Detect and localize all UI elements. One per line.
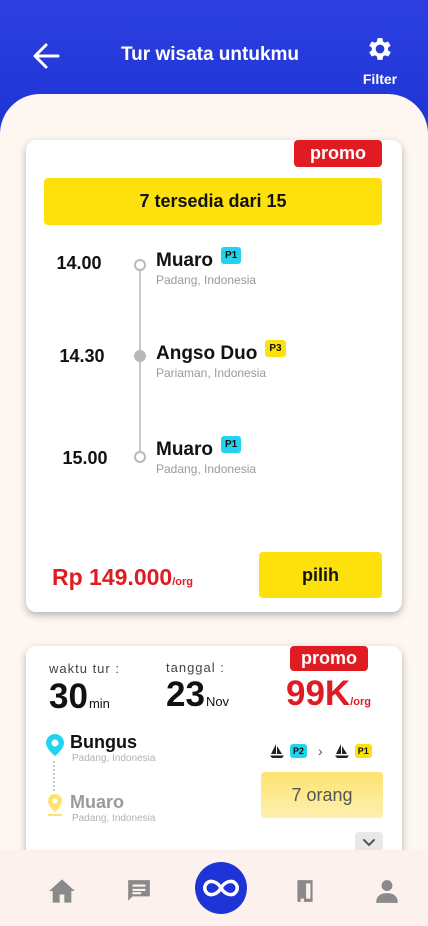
destination-place: Muaro Padang, Indonesia bbox=[70, 792, 155, 824]
ticket-icon bbox=[297, 880, 313, 902]
stop-name: Muaro bbox=[156, 250, 213, 271]
chevron-right-icon: › bbox=[318, 743, 323, 759]
stop-time: 15.00 bbox=[62, 448, 108, 468]
pier-badge: P3 bbox=[265, 339, 286, 357]
availability-banner: 7 tersedia dari 15 bbox=[44, 178, 382, 225]
tour-card-1[interactable]: promo 7 tersedia dari 15 14.00 Muaro P1 P… bbox=[26, 140, 402, 612]
date-value: 23Nov bbox=[166, 675, 229, 715]
destination-location: Padang, Indonesia bbox=[72, 813, 156, 824]
price-value: 99K bbox=[286, 674, 351, 713]
nav-home[interactable] bbox=[47, 876, 77, 906]
infinity-icon bbox=[203, 879, 239, 897]
promo-badge: promo bbox=[294, 140, 382, 167]
stop-location: Padang, Indonesia bbox=[156, 462, 257, 476]
tour-price: Rp 149.000/org bbox=[52, 564, 193, 591]
pier-badge: P2 bbox=[290, 744, 308, 758]
filter-label: Filter bbox=[362, 71, 398, 87]
destination-name: Muaro bbox=[70, 792, 124, 812]
duration-label: waktu tur : bbox=[49, 661, 120, 676]
select-button[interactable]: pilih bbox=[259, 552, 382, 598]
route-connector bbox=[53, 761, 55, 791]
nav-chat[interactable] bbox=[124, 876, 154, 906]
boat-icon bbox=[334, 744, 349, 758]
filter-button[interactable]: Filter bbox=[354, 34, 406, 87]
pier-badge: P1 bbox=[221, 246, 242, 264]
boat-icon bbox=[270, 744, 284, 758]
price-unit: /org bbox=[350, 696, 371, 708]
date-day: 23 bbox=[166, 675, 205, 714]
stop-item: Angso Duo P3 Pariaman, Indonesia bbox=[156, 339, 286, 380]
nav-tours[interactable] bbox=[195, 862, 247, 914]
stop-name: Muaro bbox=[156, 439, 213, 460]
chat-icon bbox=[128, 880, 150, 901]
stop-location: Pariaman, Indonesia bbox=[156, 366, 267, 380]
duration-number: 30 bbox=[49, 677, 88, 716]
stop-item: Muaro P1 Padang, Indonesia bbox=[156, 246, 257, 287]
date-month: Nov bbox=[205, 694, 230, 709]
pier-badge: P1 bbox=[221, 435, 242, 453]
price-unit: /org bbox=[172, 576, 193, 588]
nav-profile[interactable] bbox=[372, 876, 402, 906]
stop-time: 14.30 bbox=[59, 346, 105, 366]
bottom-navigation bbox=[0, 850, 428, 926]
promo-badge: promo bbox=[290, 646, 368, 671]
location-pin-icon bbox=[46, 734, 64, 756]
origin-name: Bungus bbox=[70, 732, 137, 752]
profile-icon bbox=[376, 880, 398, 903]
location-pin-icon bbox=[48, 794, 62, 816]
stop-time: 14.00 bbox=[56, 253, 102, 273]
timeline-dot bbox=[134, 259, 146, 271]
duration-value: 30min bbox=[49, 677, 110, 717]
pier-badge: P1 bbox=[354, 744, 372, 758]
gear-icon bbox=[369, 38, 391, 60]
nav-tickets[interactable] bbox=[290, 876, 320, 906]
date-label: tanggal : bbox=[166, 660, 225, 675]
timeline-dot bbox=[134, 350, 146, 362]
people-count-button[interactable]: 7 orang bbox=[261, 772, 383, 818]
stop-item: Muaro P1 Padang, Indonesia bbox=[156, 435, 257, 476]
home-icon bbox=[49, 879, 75, 903]
origin-place: Bungus Padang, Indonesia bbox=[70, 732, 155, 764]
tour-price: 99K/org bbox=[286, 674, 371, 714]
price-value: Rp 149.000 bbox=[52, 564, 173, 590]
timeline-dot bbox=[134, 451, 146, 463]
stop-location: Padang, Indonesia bbox=[156, 273, 257, 287]
pier-route: P2 › P1 bbox=[269, 743, 372, 759]
origin-location: Padang, Indonesia bbox=[72, 753, 156, 764]
duration-unit: min bbox=[88, 696, 110, 711]
stop-name: Angso Duo bbox=[156, 343, 258, 364]
